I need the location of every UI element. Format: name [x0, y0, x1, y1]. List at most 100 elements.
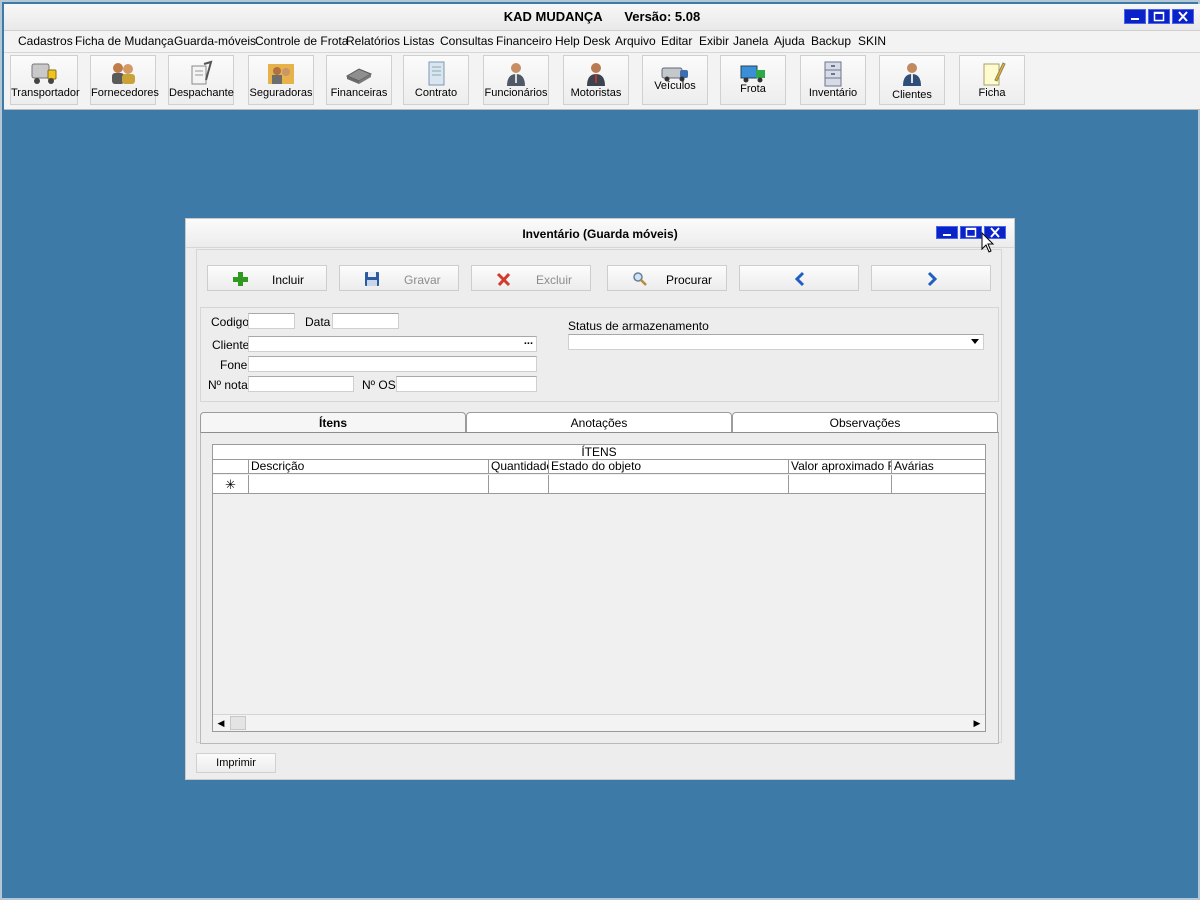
- menu-help-desk[interactable]: Help Desk: [555, 34, 610, 48]
- main-window-controls: [1124, 9, 1194, 24]
- new-row-descricao-cell[interactable]: [249, 475, 489, 494]
- new-row-marker: ✳: [213, 475, 249, 494]
- scroll-right-button[interactable]: ▶: [970, 716, 984, 730]
- status-select[interactable]: [568, 334, 984, 350]
- nota-field[interactable]: [248, 376, 354, 392]
- dialog-maximize-button[interactable]: [960, 226, 982, 239]
- menu-arquivo[interactable]: Arquivo: [615, 34, 656, 48]
- previous-record-button[interactable]: [739, 265, 859, 291]
- driver-icon: [587, 63, 605, 86]
- main-titlebar: KAD MUDANÇA Versão: 5.08: [4, 4, 1200, 31]
- toolbar-fornecedores-button[interactable]: Fornecedores: [90, 55, 159, 105]
- incluir-label: Incluir: [272, 273, 305, 287]
- scroll-thumb[interactable]: [230, 716, 246, 730]
- delete-x-icon: [496, 272, 511, 287]
- close-icon: [1178, 11, 1188, 22]
- toolbar-veiculos-button[interactable]: Veículos: [642, 55, 708, 105]
- document-pen-icon: [191, 60, 213, 85]
- mouse-cursor-icon: [981, 232, 995, 253]
- menu-ficha-de-mudanca[interactable]: Ficha de Mudança: [75, 34, 174, 48]
- items-grid: ÍTENS Descrição Quantidade Estado do obj…: [212, 444, 986, 732]
- new-row-estado-cell[interactable]: [549, 475, 789, 494]
- fone-field[interactable]: [248, 356, 537, 372]
- column-header-valor[interactable]: Valor aproximado R$: [789, 460, 892, 474]
- toolbar-label: Inventário: [808, 87, 858, 99]
- tab-itens[interactable]: Ítens: [200, 412, 466, 433]
- toolbar-ficha-button[interactable]: Ficha: [959, 55, 1025, 105]
- tab-observacoes[interactable]: Observações: [732, 412, 998, 433]
- excluir-button[interactable]: Excluir: [471, 265, 591, 291]
- toolbar-frota-button[interactable]: Frota: [720, 55, 786, 105]
- employee-icon: [507, 63, 525, 86]
- scroll-left-button[interactable]: ◀: [214, 716, 228, 730]
- record-fields-panel: Codigo Data Cliente ... Fone Nº nota Nº …: [200, 307, 999, 402]
- menu-listas[interactable]: Listas: [403, 34, 434, 48]
- data-label: Data: [305, 315, 331, 329]
- toolbar-despachante-button[interactable]: Despachante: [168, 55, 234, 105]
- column-header-quantidade[interactable]: Quantidade: [489, 460, 549, 474]
- notepad-pencil-icon: [983, 62, 1006, 86]
- next-record-button[interactable]: [871, 265, 991, 291]
- toolbar-label: Clientes: [892, 89, 932, 101]
- menu-editar[interactable]: Editar: [661, 34, 692, 48]
- cliente-lookup-button[interactable]: ...: [524, 335, 533, 347]
- new-row-valor-cell[interactable]: [789, 475, 892, 494]
- imprimir-button[interactable]: Imprimir: [196, 753, 276, 773]
- menu-exibir[interactable]: Exibir: [699, 34, 729, 48]
- menu-controle-de-frota[interactable]: Controle de Frota: [255, 34, 348, 48]
- minimize-icon: [1131, 18, 1139, 20]
- toolbar-transportador-button[interactable]: Transportador: [10, 55, 80, 105]
- menu-backup[interactable]: Backup: [811, 34, 851, 48]
- data-field[interactable]: [332, 313, 399, 329]
- toolbar-clientes-button[interactable]: Clientes: [879, 55, 945, 105]
- new-row-quantidade-cell[interactable]: [489, 475, 549, 494]
- menu-guarda-moveis[interactable]: Guarda-móveis: [174, 34, 256, 48]
- toolbar-label: Frota: [740, 83, 766, 95]
- menu-janela[interactable]: Janela: [733, 34, 768, 48]
- column-header-estado[interactable]: Estado do objeto: [549, 460, 789, 474]
- dialog-title: Inventário (Guarda móveis): [522, 227, 678, 241]
- chevron-down-icon: [971, 339, 979, 344]
- menu-consultas[interactable]: Consultas: [440, 34, 493, 48]
- toolbar-label: Ficha: [978, 87, 1006, 99]
- floppy-disk-icon: [365, 272, 379, 286]
- os-field[interactable]: [396, 376, 537, 392]
- toolbar-label: Veículos: [654, 80, 696, 92]
- maximize-button[interactable]: [1148, 9, 1170, 24]
- cliente-field[interactable]: ...: [248, 335, 537, 352]
- toolbar-funcionarios-button[interactable]: Funcionários: [483, 55, 549, 105]
- codigo-label: Codigo: [211, 315, 250, 329]
- toolbar-label: Despachante: [169, 87, 234, 99]
- toolbar-label: Fornecedores: [91, 87, 159, 99]
- incluir-button[interactable]: Incluir: [207, 265, 327, 291]
- dialog-minimize-button[interactable]: [936, 226, 958, 239]
- toolbar-financeiras-button[interactable]: Financeiras: [326, 55, 392, 105]
- maximize-icon: [1153, 11, 1165, 22]
- gravar-button[interactable]: Gravar: [339, 265, 459, 291]
- tab-anotacoes[interactable]: Anotações: [466, 412, 732, 433]
- menu-ajuda[interactable]: Ajuda: [774, 34, 805, 48]
- toolbar-motoristas-button[interactable]: Motoristas: [563, 55, 629, 105]
- codigo-field[interactable]: [248, 313, 295, 329]
- os-label: Nº OS: [362, 378, 396, 392]
- column-header-descricao[interactable]: Descrição: [249, 460, 489, 474]
- new-row-avarias-cell[interactable]: [892, 475, 985, 494]
- menu-relatorios[interactable]: Relatórios: [346, 34, 400, 48]
- minimize-button[interactable]: [1124, 9, 1146, 24]
- close-button[interactable]: [1172, 9, 1194, 24]
- menu-skin[interactable]: SKIN: [858, 34, 886, 48]
- toolbar-label: Motoristas: [570, 87, 622, 99]
- toolbar-seguradoras-button[interactable]: Seguradoras: [248, 55, 314, 105]
- grid-horizontal-scrollbar[interactable]: ◀ ▶: [213, 714, 985, 731]
- fone-label: Fone: [220, 358, 248, 372]
- menu-financeiro[interactable]: Financeiro: [496, 34, 552, 48]
- procurar-button[interactable]: Procurar: [607, 265, 727, 291]
- toolbar-label: Seguradoras: [249, 87, 313, 99]
- toolbar-contrato-button[interactable]: Contrato: [403, 55, 469, 105]
- dialog-window-controls: [936, 226, 1006, 239]
- main-toolbar: Transportador Fornecedores Despachante S…: [4, 53, 1200, 110]
- column-header-avarias[interactable]: Avárias: [892, 460, 985, 474]
- menu-cadastros[interactable]: Cadastros: [18, 34, 73, 48]
- toolbar-inventario-button[interactable]: Inventário: [800, 55, 866, 105]
- minimize-icon: [943, 234, 951, 236]
